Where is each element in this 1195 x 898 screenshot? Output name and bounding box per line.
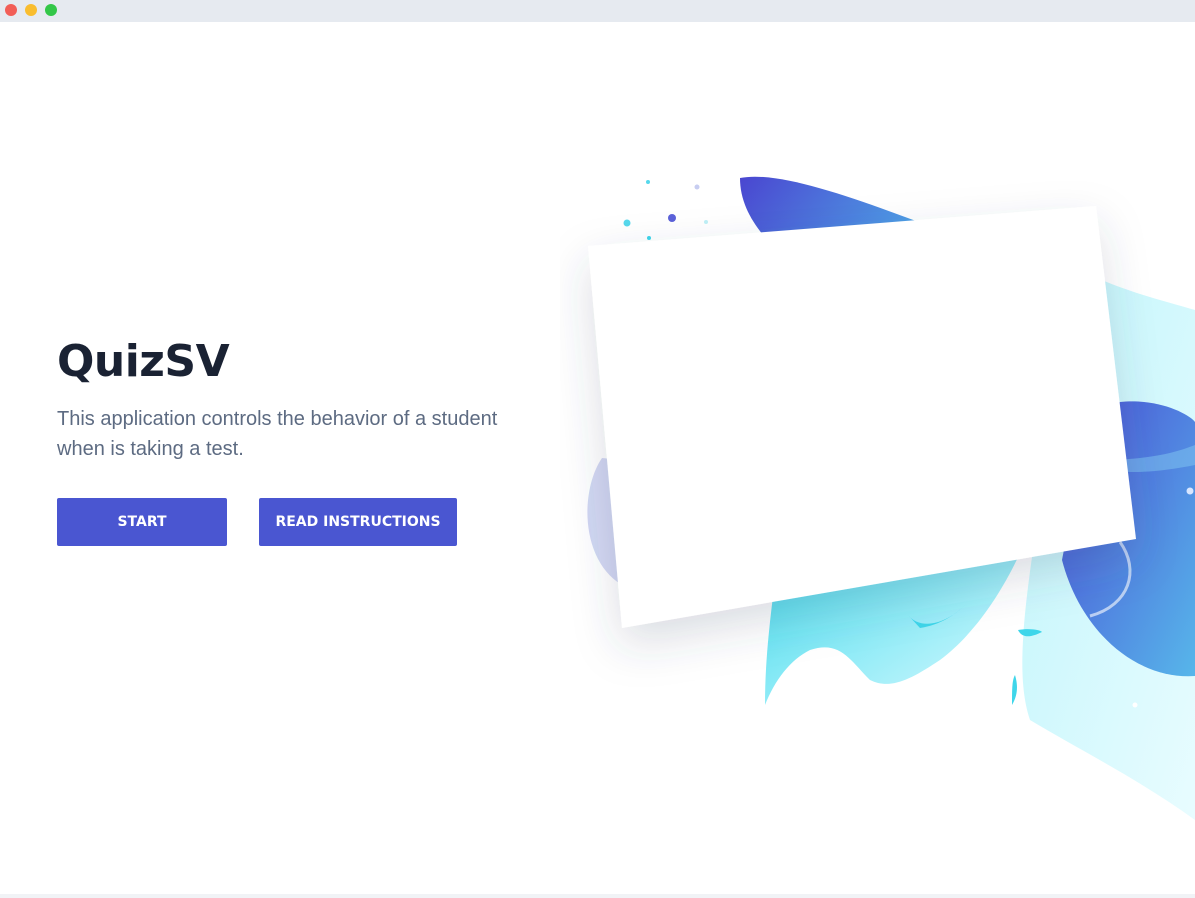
hero-illustration	[560, 160, 1195, 840]
app-title: QuizSV	[57, 336, 230, 387]
read-instructions-button[interactable]: READ INSTRUCTIONS	[259, 498, 457, 546]
hero-section: QuizSV This application controls the beh…	[57, 336, 557, 546]
app-description: This application controls the behavior o…	[57, 408, 498, 460]
close-window-button[interactable]	[5, 4, 17, 16]
app-window: QuizSV This application controls the beh…	[0, 0, 1195, 898]
maximize-window-button[interactable]	[45, 4, 57, 16]
abstract-shapes-graphic	[587, 176, 1195, 820]
hero-actions: START READ INSTRUCTIONS	[57, 498, 557, 546]
window-titlebar	[0, 0, 1195, 22]
window-bottom-edge	[0, 894, 1195, 898]
start-button[interactable]: START	[57, 498, 227, 546]
minimize-window-button[interactable]	[25, 4, 37, 16]
